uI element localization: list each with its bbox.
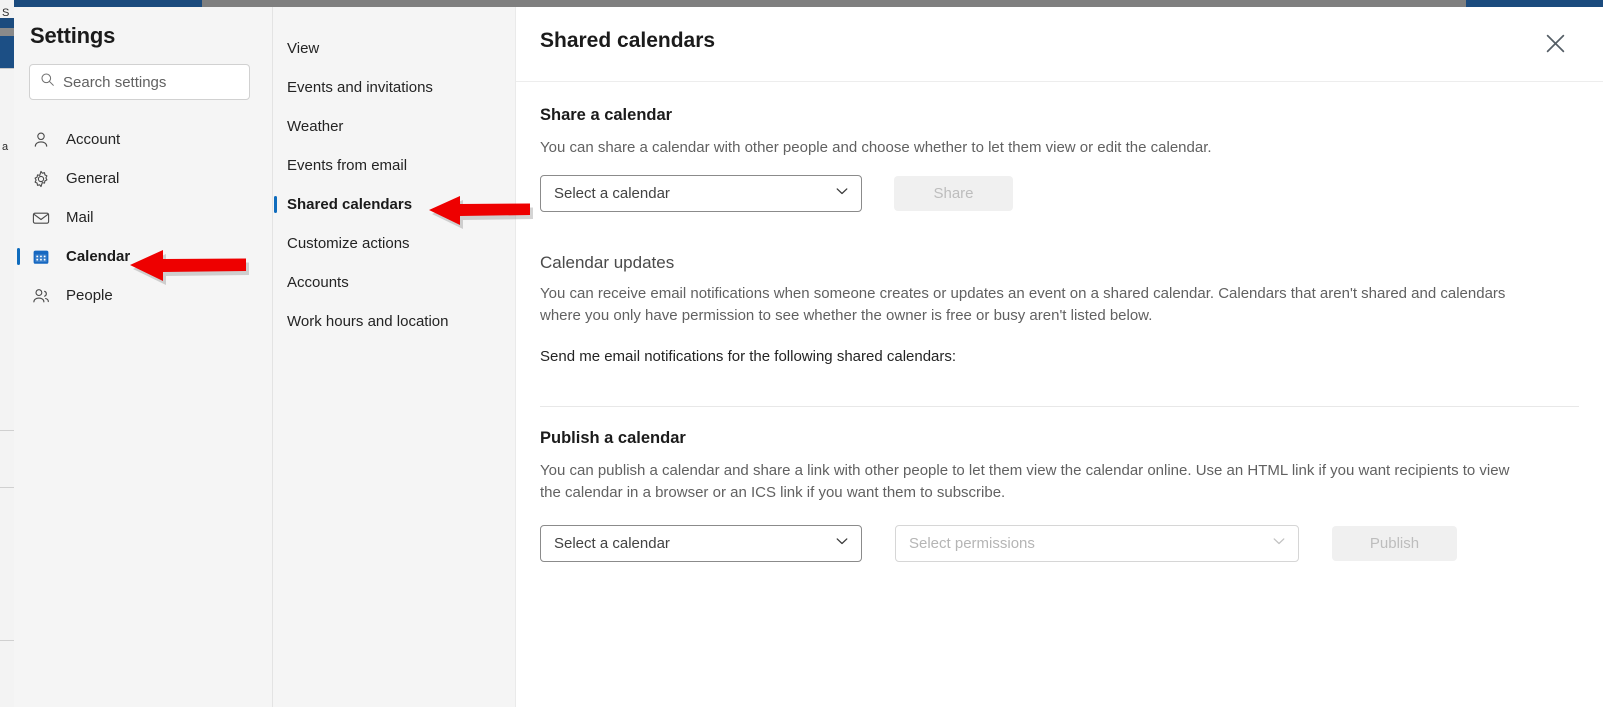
sidebar-item-people[interactable]: People bbox=[14, 276, 273, 315]
publish-calendar-select[interactable]: Select a calendar bbox=[540, 525, 862, 562]
background-glyph: a bbox=[2, 142, 8, 153]
subnav-item-events-and-invitations[interactable]: Events and invitations bbox=[273, 68, 516, 107]
share-a-calendar-heading: Share a calendar bbox=[540, 106, 1579, 125]
background-chunk bbox=[0, 68, 14, 69]
background-app-strip: S a bbox=[0, 0, 14, 707]
background-divider bbox=[0, 430, 14, 431]
person-icon bbox=[30, 129, 52, 151]
subnav-item-label: View bbox=[287, 40, 319, 57]
window-title-bar-right-accent bbox=[1466, 0, 1603, 7]
subnav-item-label: Weather bbox=[287, 118, 343, 135]
people-icon bbox=[30, 285, 52, 307]
publish-button[interactable]: Publish bbox=[1332, 526, 1457, 561]
background-divider bbox=[0, 487, 14, 488]
page-title: Settings bbox=[30, 23, 115, 49]
subnav-item-label: Customize actions bbox=[287, 235, 410, 252]
share-a-calendar-controls: Select a calendar Share bbox=[540, 175, 1579, 212]
gear-icon bbox=[30, 168, 52, 190]
background-chunk bbox=[0, 28, 14, 36]
sidebar-item-label: General bbox=[66, 170, 119, 187]
publish-a-calendar-controls: Select a calendar Select permissions bbox=[540, 525, 1579, 562]
subnav-item-label: Events and invitations bbox=[287, 79, 433, 96]
publish-calendar-select-value: Select a calendar bbox=[554, 535, 670, 552]
background-divider bbox=[0, 640, 14, 641]
share-a-calendar-description: You can share a calendar with other peop… bbox=[540, 137, 1525, 159]
section-divider bbox=[540, 406, 1579, 407]
calendar-updates-description: You can receive email notifications when… bbox=[540, 283, 1530, 327]
share-calendar-select-value: Select a calendar bbox=[554, 185, 670, 202]
sidebar-item-label: Account bbox=[66, 131, 120, 148]
sidebar-item-label: Calendar bbox=[66, 248, 130, 265]
sidebar-item-label: People bbox=[66, 287, 113, 304]
subnav-item-label: Accounts bbox=[287, 274, 349, 291]
envelope-icon bbox=[30, 207, 52, 229]
calendar-updates-subtext: Send me email notifications for the foll… bbox=[540, 346, 1525, 368]
main-panel-body: Share a calendar You can share a calenda… bbox=[516, 106, 1603, 562]
sidebar-item-calendar[interactable]: Calendar bbox=[14, 237, 273, 276]
chevron-down-icon bbox=[834, 183, 850, 204]
chevron-down-icon bbox=[834, 533, 850, 554]
search-input[interactable]: Search settings bbox=[29, 64, 250, 100]
settings-dialog: Settings Search settings Account bbox=[14, 7, 1603, 707]
subnav-item-shared-calendars[interactable]: Shared calendars bbox=[273, 185, 516, 224]
background-glyph: S bbox=[2, 8, 9, 19]
subnav-item-work-hours-and-location[interactable]: Work hours and location bbox=[273, 302, 516, 341]
subnav-item-customize-actions[interactable]: Customize actions bbox=[273, 224, 516, 263]
panel-title: Shared calendars bbox=[540, 29, 715, 53]
settings-main-panel: Shared calendars Share a calendar You ca… bbox=[516, 7, 1603, 707]
subnav-item-label: Events from email bbox=[287, 157, 407, 174]
window-title-bar bbox=[14, 0, 1603, 7]
subnav-item-accounts[interactable]: Accounts bbox=[273, 263, 516, 302]
search-icon bbox=[40, 72, 55, 92]
subnav-item-label: Shared calendars bbox=[287, 196, 412, 213]
subnav-list: View Events and invitations Weather Even… bbox=[273, 29, 516, 341]
sidebar-item-general[interactable]: General bbox=[14, 159, 273, 198]
publish-a-calendar-heading: Publish a calendar bbox=[540, 429, 1579, 448]
chevron-down-icon bbox=[1271, 533, 1287, 554]
background-chunk bbox=[0, 36, 14, 68]
share-calendar-select[interactable]: Select a calendar bbox=[540, 175, 862, 212]
share-button[interactable]: Share bbox=[894, 176, 1013, 211]
calendar-updates-heading: Calendar updates bbox=[540, 253, 1579, 273]
search-placeholder: Search settings bbox=[63, 74, 166, 91]
subnav-item-label: Work hours and location bbox=[287, 313, 448, 330]
publish-permissions-select[interactable]: Select permissions bbox=[895, 525, 1299, 562]
main-panel-header: Shared calendars bbox=[516, 7, 1603, 82]
settings-sidebar: Settings Search settings Account bbox=[14, 7, 273, 707]
sidebar-nav: Account General Mail bbox=[14, 120, 273, 315]
background-chunk bbox=[0, 18, 14, 28]
publish-a-calendar-description: You can publish a calendar and share a l… bbox=[540, 460, 1520, 504]
sidebar-item-label: Mail bbox=[66, 209, 94, 226]
calendar-icon bbox=[30, 246, 52, 268]
subnav-item-events-from-email[interactable]: Events from email bbox=[273, 146, 516, 185]
close-icon[interactable] bbox=[1539, 27, 1571, 59]
publish-permissions-select-value: Select permissions bbox=[909, 535, 1035, 552]
sidebar-item-account[interactable]: Account bbox=[14, 120, 273, 159]
window-title-bar-inactive-area bbox=[202, 0, 1603, 7]
subnav-item-weather[interactable]: Weather bbox=[273, 107, 516, 146]
subnav-item-view[interactable]: View bbox=[273, 29, 516, 68]
settings-subnav: View Events and invitations Weather Even… bbox=[273, 7, 516, 707]
sidebar-item-mail[interactable]: Mail bbox=[14, 198, 273, 237]
